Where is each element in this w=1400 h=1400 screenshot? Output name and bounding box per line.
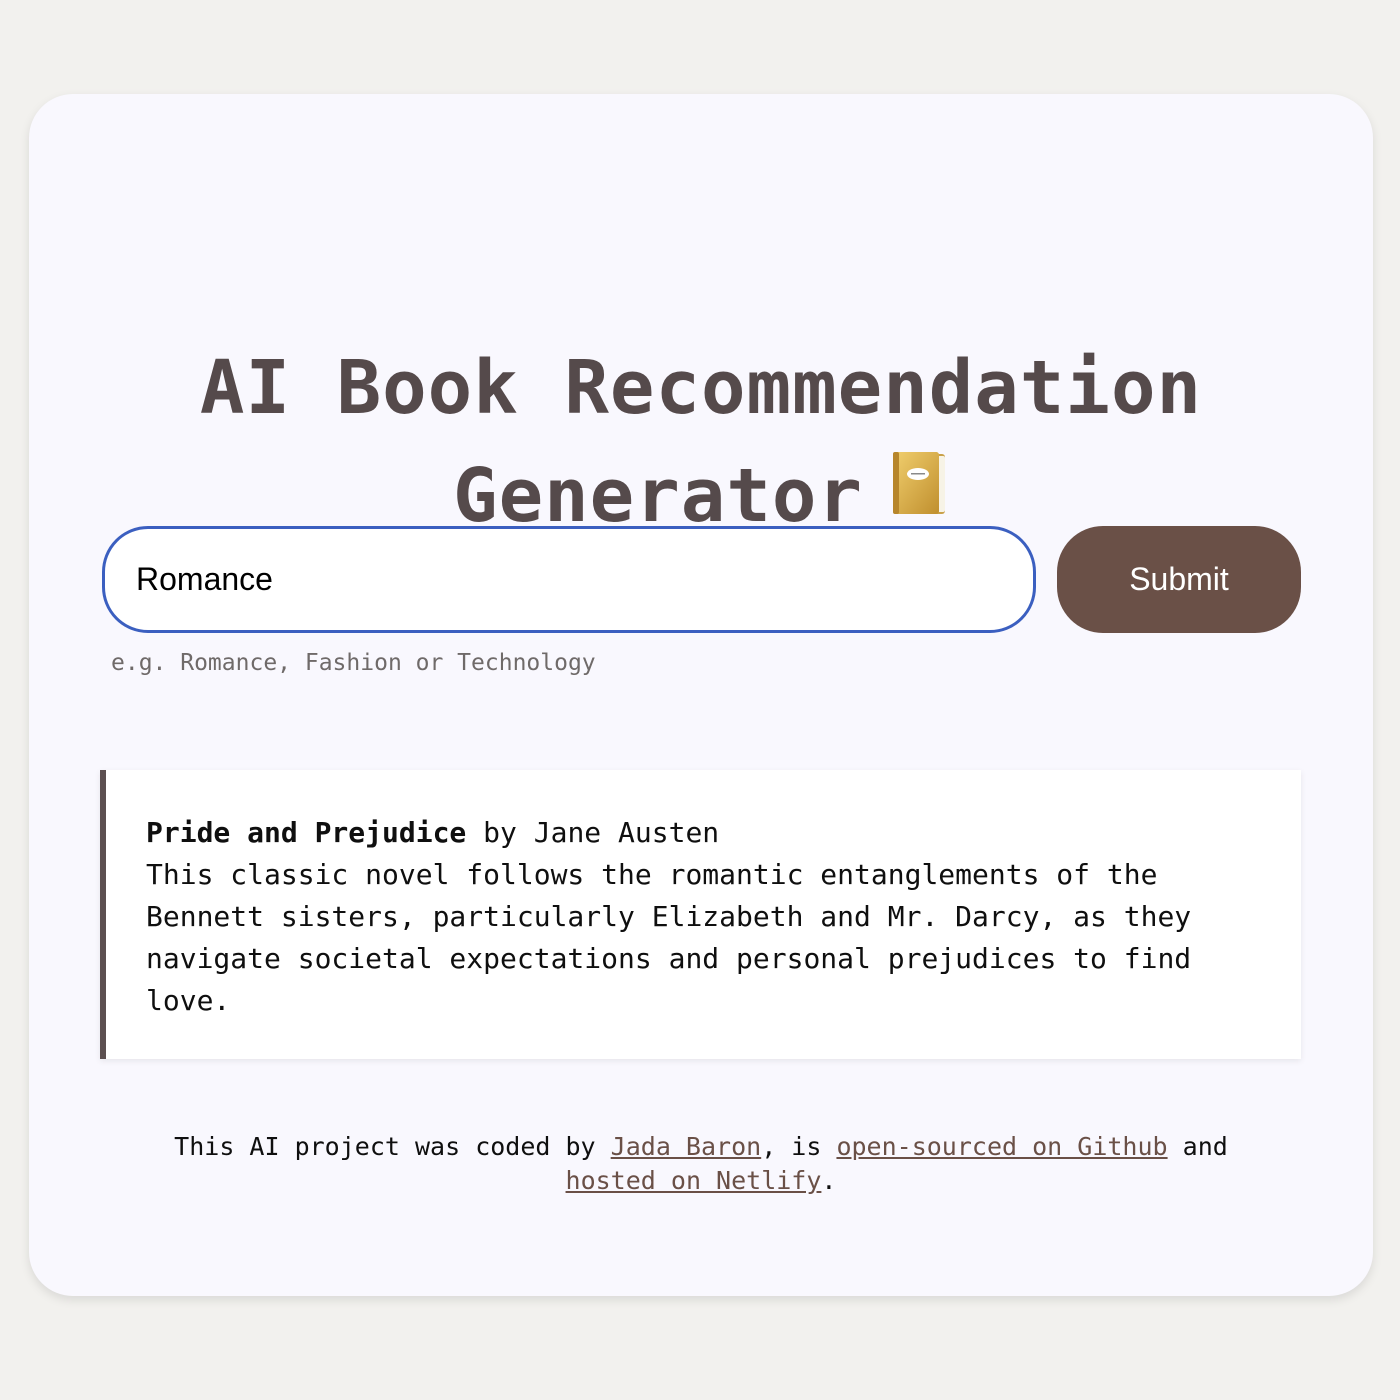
footer-text-middle: , is (761, 1132, 837, 1161)
footer-line-1: This AI project was coded by Jada Baron,… (29, 1130, 1373, 1164)
book-title: Pride and Prejudice (146, 816, 467, 849)
book-author: by Jane Austen (466, 816, 720, 849)
netlify-link[interactable]: hosted on Netlify (566, 1166, 822, 1195)
recommendation-result: Pride and Prejudice by Jane Austen This … (100, 770, 1301, 1059)
footer: This AI project was coded by Jada Baron,… (29, 1130, 1373, 1198)
footer-line-2: hosted on Netlify. (29, 1164, 1373, 1198)
title-line-1: AI Book Recommendation (199, 345, 1203, 431)
search-input[interactable] (102, 526, 1036, 633)
page-title: AI Book Recommendation Generator (29, 334, 1373, 550)
author-link[interactable]: Jada Baron (611, 1132, 762, 1161)
result-heading: Pride and Prejudice by Jane Austen (146, 812, 1261, 854)
app-card: AI Book Recommendation Generator Submit … (29, 94, 1373, 1296)
github-link[interactable]: open-sourced on Github (836, 1132, 1167, 1161)
submit-button[interactable]: Submit (1057, 526, 1301, 633)
footer-text-before: This AI project was coded by (174, 1132, 611, 1161)
footer-text-and: and (1167, 1132, 1228, 1161)
search-hint: e.g. Romance, Fashion or Technology (111, 650, 596, 676)
book-description: This classic novel follows the romantic … (146, 858, 1192, 1017)
footer-text-end: . (821, 1166, 837, 1195)
